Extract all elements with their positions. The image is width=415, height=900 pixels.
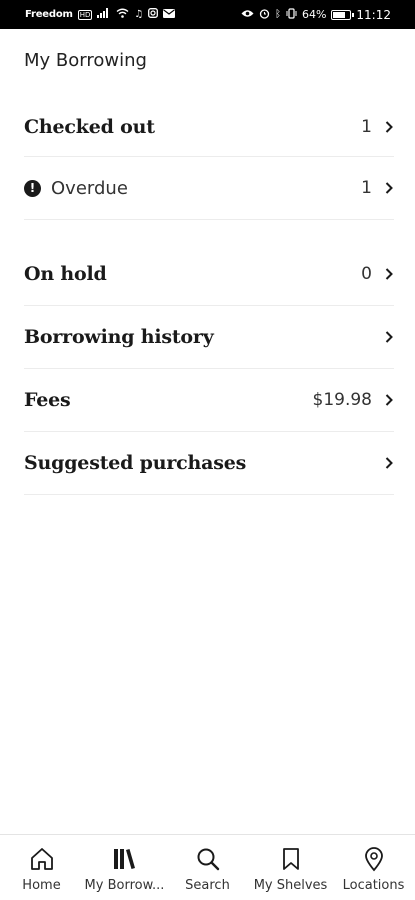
nav-my-borrowing[interactable]: My Borrow... — [85, 845, 165, 893]
location-pin-icon — [360, 845, 388, 873]
on-hold-right: 0 — [361, 264, 394, 284]
chevron-right-icon — [385, 120, 393, 133]
nav-locations[interactable]: Locations — [334, 845, 414, 893]
checked-out-label: Checked out — [24, 115, 155, 138]
clock-time: 11:12 — [356, 7, 391, 22]
nav-my-shelves-label: My Shelves — [253, 878, 328, 893]
fees-label: Fees — [24, 389, 71, 411]
overdue-label: Overdue — [51, 177, 128, 199]
bluetooth-icon: ᛒ — [274, 8, 281, 20]
bookmark-icon — [277, 845, 305, 873]
checked-out-row[interactable]: Checked out 1 — [24, 97, 394, 157]
eye-icon — [241, 9, 254, 21]
nav-my-shelves[interactable]: My Shelves — [251, 845, 331, 893]
overdue-right: 1 — [361, 178, 394, 198]
suggested-purchases-right — [384, 456, 394, 470]
signal-icon — [97, 8, 111, 21]
borrowing-history-right — [384, 330, 394, 344]
chevron-right-icon — [385, 267, 393, 280]
nav-search-label: Search — [185, 878, 230, 893]
carrier-name: Freedom — [25, 9, 73, 20]
alert-icon: ! — [24, 179, 41, 197]
on-hold-label: On hold — [24, 262, 107, 285]
fees-row[interactable]: Fees $19.98 — [24, 369, 394, 432]
alarm-icon — [259, 8, 270, 22]
chevron-right-icon — [385, 182, 393, 194]
nav-search[interactable]: Search — [168, 845, 248, 893]
fees-amount: $19.98 — [312, 390, 372, 410]
on-hold-row[interactable]: On hold 0 — [24, 220, 394, 306]
wifi-icon — [116, 8, 129, 21]
battery-percent: 64% — [301, 8, 327, 21]
bottom-navigation: Home My Borrow... Search My Shelves Loca… — [0, 834, 415, 900]
mail-icon — [163, 8, 176, 21]
status-bar-right: ᛒ 64% 11:12 — [241, 8, 391, 22]
status-bar: Freedom HD ♫ ᛒ 64% 11:12 — [0, 0, 415, 29]
checked-out-count: 1 — [361, 116, 372, 137]
on-hold-count: 0 — [361, 263, 372, 284]
chevron-right-icon — [385, 457, 393, 469]
battery-icon — [331, 9, 355, 20]
overdue-row[interactable]: ! Overdue 1 — [24, 157, 394, 220]
suggested-purchases-row[interactable]: Suggested purchases — [24, 432, 394, 495]
books-icon — [111, 845, 139, 873]
home-icon — [28, 845, 56, 873]
vibrate-icon — [286, 7, 297, 22]
music-note-icon: ♫ — [134, 8, 144, 20]
overdue-count: 1 — [361, 178, 372, 198]
app-notification-icon — [148, 8, 159, 21]
nav-home-label: Home — [22, 878, 61, 893]
borrowing-history-label: Borrowing history — [24, 326, 214, 348]
checked-out-right: 1 — [361, 117, 394, 137]
suggested-purchases-label: Suggested purchases — [24, 452, 247, 474]
borrowing-history-row[interactable]: Borrowing history — [24, 306, 394, 369]
hd-badge: HD — [77, 9, 93, 20]
chevron-right-icon — [385, 394, 393, 406]
fees-right: $19.98 — [313, 390, 394, 410]
page-title: My Borrowing — [24, 50, 147, 71]
status-bar-left: Freedom HD ♫ — [25, 8, 176, 21]
overdue-left: ! Overdue — [24, 178, 128, 199]
search-icon — [194, 845, 222, 873]
nav-home[interactable]: Home — [2, 845, 82, 893]
borrowing-list: Checked out 1 ! Overdue 1 On hold 0 Borr… — [24, 97, 394, 495]
nav-locations-label: Locations — [342, 878, 405, 893]
nav-my-borrowing-label: My Borrow... — [84, 878, 165, 893]
chevron-right-icon — [385, 331, 393, 343]
